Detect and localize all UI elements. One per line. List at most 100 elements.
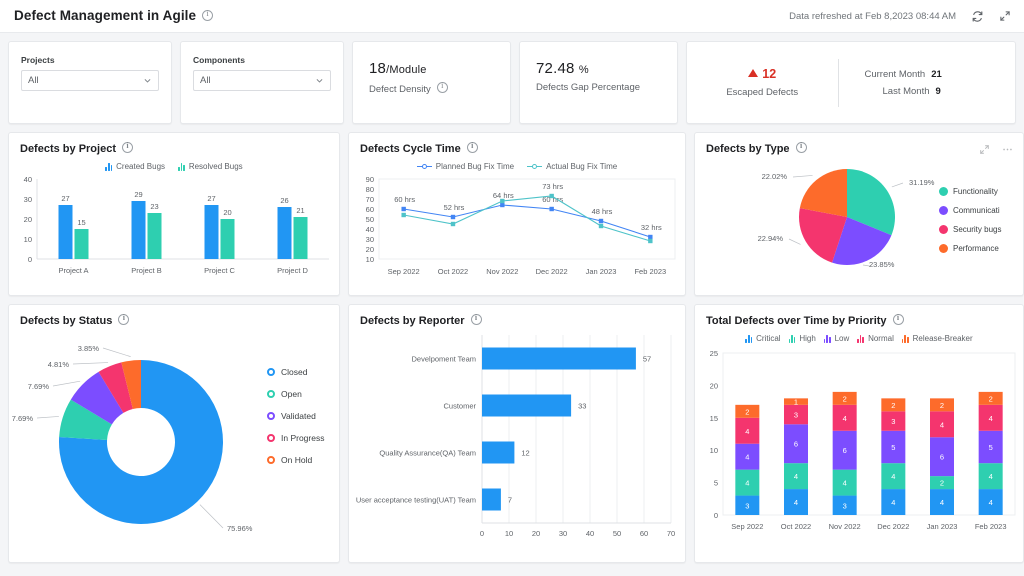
defects-cycle-time-legend: Planned Bug Fix Time Actual Bug Fix Time [349, 162, 685, 171]
bar [482, 488, 501, 511]
legend-label: Release-Breaker [912, 334, 973, 343]
svg-text:Quality Assurance(QA) Team: Quality Assurance(QA) Team [379, 449, 476, 458]
legend-item[interactable]: High [788, 334, 816, 343]
svg-text:32 hrs: 32 hrs [641, 223, 662, 232]
filter-projects-select[interactable]: All [21, 70, 159, 91]
card-defects-by-project: Defects by Project Created Bugs Resolved… [8, 132, 340, 296]
bar [74, 229, 89, 259]
bar [277, 207, 292, 259]
data-point [598, 223, 604, 229]
collapse-arrows-icon[interactable] [998, 9, 1012, 23]
svg-text:3: 3 [794, 411, 798, 420]
svg-text:57: 57 [643, 355, 651, 364]
svg-text:2: 2 [745, 407, 749, 416]
svg-text:4: 4 [745, 453, 749, 462]
filter-components-select[interactable]: All [193, 70, 331, 91]
svg-text:5: 5 [891, 443, 895, 452]
legend-item[interactable]: Open [267, 389, 324, 399]
bar [482, 441, 515, 464]
svg-text:6: 6 [794, 440, 798, 449]
legend-label: On Hold [281, 455, 313, 465]
bar [204, 205, 219, 259]
defects-gap-label: Defects Gap Percentage [536, 82, 641, 93]
svg-text:Oct 2022: Oct 2022 [438, 267, 468, 276]
legend-item[interactable]: Planned Bug Fix Time [416, 162, 515, 171]
legend-item[interactable]: Resolved Bugs [178, 162, 243, 171]
info-circle-icon[interactable] [436, 81, 448, 93]
legend-item[interactable]: Created Bugs [105, 162, 165, 171]
legend-item[interactable]: Low [823, 334, 849, 343]
svg-text:Project B: Project B [131, 266, 161, 275]
data-refreshed-text: Data refreshed at Feb 8,2023 08:44 AM [789, 10, 956, 22]
chevron-down-icon [316, 79, 323, 83]
donut-chart-icon [267, 412, 275, 420]
info-circle-icon[interactable] [118, 313, 130, 325]
svg-text:10: 10 [505, 529, 513, 538]
card-defects-by-status: Defects by Status 75.96% 7.69% 7.69% 4.81% 3… [8, 304, 340, 563]
legend-label: Communicati [953, 206, 1000, 215]
legend-item[interactable]: Closed [267, 367, 324, 377]
svg-text:4: 4 [989, 472, 993, 481]
svg-text:31.19%: 31.19% [909, 178, 935, 187]
defects-by-project-title: Defects by Project [9, 133, 339, 155]
info-circle-icon[interactable] [121, 141, 133, 153]
legend-item[interactable]: Security bugs [939, 225, 1019, 234]
total-defects-title: Total Defects over Time by Priority [695, 305, 1023, 327]
more-options-icon[interactable] [1000, 142, 1014, 156]
legend-item[interactable]: On Hold [267, 455, 324, 465]
bar-chart-icon [788, 334, 796, 343]
legend-item[interactable]: Critical [745, 334, 781, 343]
legend-item[interactable]: Normal [857, 334, 894, 343]
info-circle-icon[interactable] [892, 313, 904, 325]
info-circle-icon[interactable] [202, 9, 214, 21]
bar [293, 217, 308, 259]
legend-label: Planned Bug Fix Time [435, 162, 515, 171]
defects-by-reporter-plot: 0 10 20 30 40 50 60 70 Develpoment Team 57 Custome… [356, 335, 675, 538]
refresh-icon[interactable] [970, 9, 984, 23]
defects-by-project-plot: 0 10 20 30 40 Project A 27 15 Project B 29 23 Proje… [24, 175, 329, 275]
page-title: Defect Management in Agile [14, 7, 214, 25]
kpi-escaped-defects: 12 Escaped Defects Current Month 21 Last… [686, 41, 1016, 124]
defect-density-label: Defect Density [369, 81, 494, 95]
expand-icon[interactable] [977, 142, 991, 156]
svg-text:23: 23 [150, 202, 158, 211]
legend-item[interactable]: Performance [939, 244, 1019, 253]
svg-text:0: 0 [714, 511, 718, 520]
svg-text:5: 5 [989, 443, 993, 452]
defects-gap-number: 72.48 [536, 60, 575, 77]
svg-text:75.96%: 75.96% [227, 524, 253, 533]
filter-components: Components All [180, 41, 344, 124]
filter-projects-value: All [28, 75, 39, 86]
legend-item[interactable]: Functionality [939, 187, 1019, 196]
data-point [549, 206, 554, 212]
legend-item[interactable]: Communicati [939, 206, 1019, 215]
svg-text:4: 4 [940, 420, 944, 429]
defects-gap-value: 72.48 % [536, 60, 661, 77]
svg-text:2: 2 [989, 394, 993, 403]
svg-text:70: 70 [366, 195, 374, 204]
svg-text:80: 80 [366, 185, 374, 194]
svg-text:23.85%: 23.85% [869, 260, 895, 269]
defects-by-type-legend: Functionality Communicati Security bugs Per… [939, 187, 1019, 263]
escaped-defects-value: 12 [687, 67, 838, 81]
info-circle-icon[interactable] [470, 313, 482, 325]
legend-item[interactable]: In Progress [267, 433, 324, 443]
info-circle-icon[interactable] [795, 141, 807, 153]
svg-text:User acceptance testing(UAT) T: User acceptance testing(UAT) Team [356, 496, 476, 505]
svg-text:6: 6 [940, 453, 944, 462]
legend-label: Validated [281, 411, 316, 421]
svg-text:3: 3 [843, 501, 847, 510]
svg-text:40: 40 [586, 529, 594, 538]
svg-text:0: 0 [28, 255, 32, 264]
legend-item[interactable]: Release-Breaker [901, 334, 973, 343]
svg-text:33: 33 [578, 402, 586, 411]
data-point [401, 212, 406, 218]
defects-cycle-time-plot: 102030405060708090 Sep 2022 Oct 2022 Nov 20… [366, 175, 676, 276]
total-defects-legend: Critical High Low Normal Release-Breaker [695, 334, 1023, 343]
defects-gap-unit: % [578, 64, 589, 76]
legend-item[interactable]: Validated [267, 411, 324, 421]
legend-item[interactable]: Actual Bug Fix Time [527, 162, 617, 171]
svg-text:0: 0 [480, 529, 484, 538]
info-circle-icon[interactable] [466, 141, 478, 153]
svg-text:4: 4 [891, 472, 895, 481]
